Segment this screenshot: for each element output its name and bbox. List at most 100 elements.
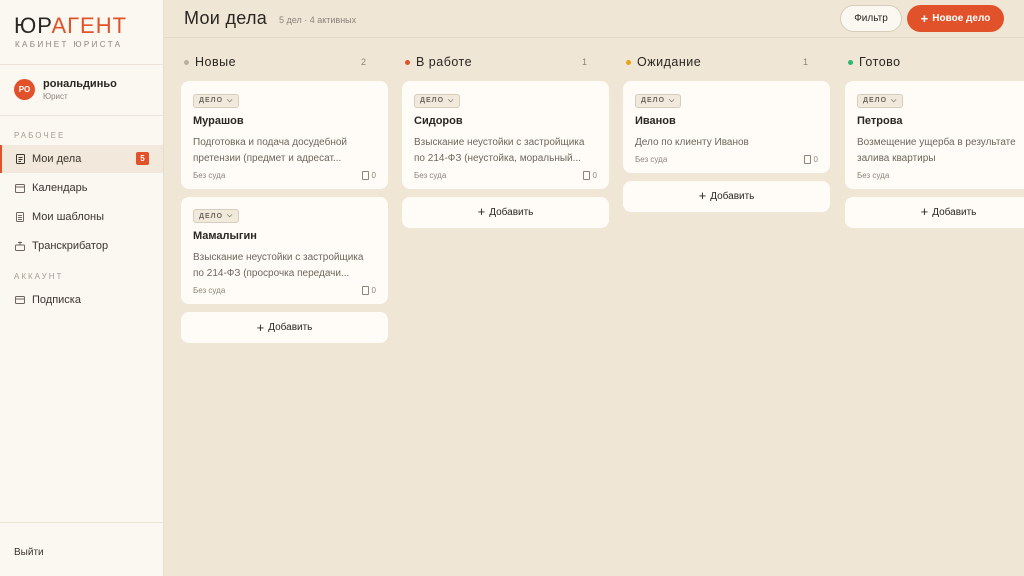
- add-case-button[interactable]: + Добавить: [623, 180, 830, 212]
- court-label: Без суда: [635, 154, 668, 164]
- sidebar-item-transcriber[interactable]: Транскрибатор: [0, 232, 163, 260]
- document-icon: [582, 170, 590, 180]
- case-type-tag[interactable]: ДЕЛО ⌵: [635, 93, 682, 108]
- add-case-button[interactable]: + Добавить: [845, 196, 1024, 228]
- case-type-tag[interactable]: ДЕЛО ⌵: [414, 93, 461, 108]
- doc-count: 0: [371, 286, 376, 295]
- column-in-progress: В работе 1 ДЕЛО ⌵ Сидоров Взыскание неуст…: [402, 52, 609, 228]
- case-card[interactable]: ДЕЛО ⌵ Иванов Дело по клиенту Иванов Без …: [623, 81, 830, 173]
- sidebar-item-label: Транскрибатор: [32, 240, 109, 252]
- case-title: Петрова: [857, 114, 903, 127]
- column-count: 1: [581, 57, 587, 67]
- tag-label: ДЕЛО: [199, 212, 224, 220]
- logo-subtitle: КАБИНЕТ ЮРИСТА: [15, 40, 123, 49]
- column-new: Новые 2 ДЕЛО ⌵ Мурашов Подготовка и подач…: [181, 52, 388, 343]
- status-dot: [626, 59, 631, 65]
- add-label: Добавить: [710, 190, 755, 202]
- logo[interactable]: ЮРАГЕНТ: [14, 13, 127, 39]
- case-description: Взыскание неустойки с застройщика по 214…: [414, 136, 585, 164]
- column-count: 2: [360, 57, 366, 67]
- sidebar-item-my-cases[interactable]: Мои дела 5: [0, 145, 163, 173]
- add-case-button[interactable]: + Добавить: [181, 312, 388, 343]
- transcriber-icon: [15, 241, 25, 251]
- document-icon: [361, 286, 369, 295]
- sidebar-item-templates[interactable]: Мои шаблоны: [0, 203, 163, 231]
- case-type-tag[interactable]: ДЕЛО ⌵: [193, 209, 240, 223]
- logout-link[interactable]: Выйти: [14, 547, 44, 558]
- status-dot: [405, 59, 410, 65]
- new-case-label: Новое дело: [932, 13, 991, 24]
- page-title: Мои дела: [184, 8, 268, 28]
- column-title: Новые: [195, 55, 237, 69]
- chevron-down-icon: ⌵: [891, 96, 898, 104]
- tag-label: ДЕЛО: [641, 97, 666, 104]
- column-title: В работе: [416, 55, 473, 69]
- divider: [0, 522, 164, 523]
- sidebar-item-label: Календарь: [32, 182, 88, 194]
- sidebar-item-label: Мои шаблоны: [32, 211, 104, 223]
- user-role: Юрист: [43, 92, 68, 101]
- section-label-work: РАБОЧЕЕ: [14, 131, 66, 140]
- tag-label: ДЕЛО: [863, 97, 888, 104]
- case-title: Мурашов: [193, 114, 244, 127]
- plus-icon: +: [920, 204, 929, 219]
- add-label: Добавить: [268, 322, 313, 333]
- user-name: рональдиньо: [43, 78, 117, 90]
- status-dot: [848, 59, 853, 65]
- document-icon: [361, 170, 369, 180]
- page-header: Мои дела 5 дел · 4 активных Фильтр + Ново…: [164, 0, 1024, 38]
- tag-label: ДЕЛО: [199, 97, 224, 104]
- page-meta: 5 дел · 4 активных: [279, 15, 357, 25]
- case-type-tag[interactable]: ДЕЛО ⌵: [857, 93, 904, 108]
- chevron-down-icon: ⌵: [448, 96, 455, 104]
- plus-icon: +: [698, 188, 707, 203]
- case-card[interactable]: ДЕЛО ⌵ Мамалыгин Взыскание неустойки с за…: [181, 196, 388, 304]
- count-badge: 5: [136, 152, 149, 165]
- divider: [0, 115, 164, 116]
- court-label: Без суда: [193, 170, 226, 180]
- sidebar-item-label: Мои дела: [32, 153, 82, 165]
- user-profile[interactable]: РО рональдиньо Юрист: [14, 78, 117, 101]
- filter-button[interactable]: Фильтр: [840, 5, 902, 32]
- doc-count: 0: [371, 170, 376, 180]
- court-label: Без суда: [193, 286, 226, 295]
- case-card[interactable]: ДЕЛО ⌵ Сидоров Взыскание неустойки с заст…: [402, 81, 609, 189]
- logo-main: ЮР: [14, 13, 52, 38]
- court-label: Без суда: [414, 170, 447, 180]
- case-description: Взыскание неустойки с застройщика по 214…: [193, 252, 364, 279]
- case-description: Возмещение ущерба в результате залива кв…: [857, 136, 1016, 164]
- column-title: Готово: [859, 55, 901, 69]
- case-card[interactable]: ДЕЛО ⌵ Мурашов Подготовка и подача досуде…: [181, 81, 388, 189]
- document-icon: [15, 154, 25, 164]
- template-icon: [15, 212, 25, 222]
- column-waiting: Ожидание 1 ДЕЛО ⌵ Иванов Дело по клиенту …: [623, 52, 830, 212]
- case-type-tag[interactable]: ДЕЛО ⌵: [193, 93, 240, 108]
- chevron-down-icon: ⌵: [669, 96, 676, 104]
- tag-label: ДЕЛО: [420, 97, 445, 104]
- sidebar-item-subscription[interactable]: Подписка: [0, 286, 163, 314]
- new-case-button[interactable]: + Новое дело: [907, 5, 1004, 32]
- doc-count: 0: [813, 154, 818, 164]
- case-description: Дело по клиенту Иванов: [635, 136, 749, 148]
- doc-count: 0: [592, 170, 597, 180]
- calendar-icon: [15, 183, 25, 193]
- card-icon: [15, 295, 25, 305]
- case-card[interactable]: ДЕЛО ⌵ Петрова Возмещение ущерба в резуль…: [845, 81, 1024, 189]
- logo-accent: АГЕНТ: [51, 13, 128, 38]
- sidebar-item-label: Подписка: [32, 294, 81, 306]
- add-label: Добавить: [932, 206, 977, 218]
- case-description: Подготовка и подача досудебной претензии…: [193, 136, 348, 164]
- chevron-down-icon: ⌵: [227, 96, 234, 104]
- chevron-down-icon: ⌵: [227, 212, 234, 219]
- document-icon: [803, 154, 811, 164]
- case-title: Мамалыгин: [193, 230, 257, 242]
- sidebar-item-calendar[interactable]: Календарь: [0, 174, 163, 202]
- plus-icon: +: [477, 204, 486, 219]
- column-done: Готово ДЕЛО ⌵ Петрова Возмещение ущерба в…: [845, 52, 1024, 228]
- case-title: Иванов: [635, 114, 676, 127]
- status-dot: [184, 59, 189, 65]
- sidebar: ЮРАГЕНТ КАБИНЕТ ЮРИСТА РО рональдиньо Юр…: [0, 0, 164, 576]
- divider: [0, 64, 164, 65]
- add-case-button[interactable]: + Добавить: [402, 196, 609, 228]
- case-title: Сидоров: [414, 114, 463, 127]
